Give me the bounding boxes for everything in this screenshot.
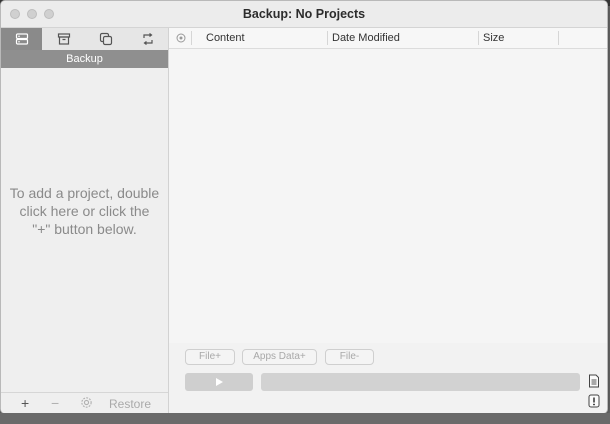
bottom-controls: File+ Apps Data+ File- [169,343,607,413]
tab-backup[interactable] [1,28,42,50]
gear-icon [81,397,92,408]
table-header: Content Date Modified Size [169,28,607,49]
apps-data-add-button[interactable]: Apps Data+ [242,349,317,365]
archive-box-icon [57,33,70,45]
server-stack-icon [15,33,28,45]
column-divider [191,31,192,45]
window-title: Backup: No Projects [242,7,366,21]
column-divider [327,31,328,45]
tab-sync[interactable] [127,28,168,50]
app-window: Backup: No Projects Backup To add a proj… [0,0,608,414]
status-column-header[interactable] [176,33,186,46]
sidebar-footer: + − Restore [1,392,168,413]
desktop-bottom-strip [0,413,610,424]
add-project-button[interactable]: + [21,395,29,411]
tab-clone[interactable] [85,28,126,50]
copy-icon [99,32,112,46]
title-bar: Backup: No Projects [1,1,607,28]
file-remove-button[interactable]: File- [325,349,374,365]
exclamation-icon[interactable] [588,394,600,408]
file-add-button[interactable]: File+ [185,349,235,365]
run-backup-button[interactable] [185,373,253,391]
backup-progress-bar [261,373,580,391]
settings-button[interactable] [80,396,93,413]
play-icon [216,378,223,386]
empty-project-hint[interactable]: To add a project, double click here or c… [9,184,160,238]
restore-button[interactable]: Restore [109,397,151,411]
column-header-date-modified[interactable]: Date Modified [332,28,400,48]
content-table-body[interactable] [169,49,607,343]
document-icon[interactable] [588,374,600,388]
sidebar: Backup To add a project, double click he… [1,28,169,413]
column-header-size[interactable]: Size [483,28,504,48]
column-header-content[interactable]: Content [206,28,245,48]
sidebar-tabs [1,28,168,51]
circle-x-icon [176,33,186,43]
section-header-backup: Backup [1,50,168,68]
tab-archive[interactable] [43,28,84,50]
sync-icon [142,33,153,45]
column-divider [558,31,559,45]
remove-project-button[interactable]: − [51,395,59,411]
column-divider [478,31,479,45]
